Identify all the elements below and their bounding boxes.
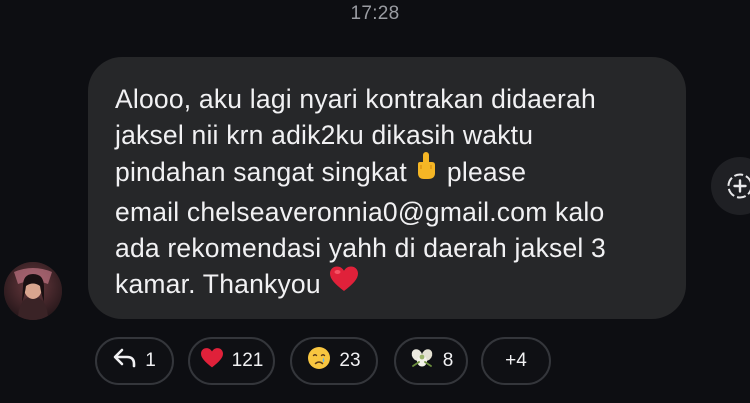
message-timestamp: 17:28: [350, 3, 400, 24]
message-line: ada rekomendasi yahh di daerah jaksel 3: [115, 232, 606, 263]
crying-face-icon: [307, 346, 331, 376]
sender-avatar[interactable]: [4, 262, 62, 320]
message-line-with-emoji: pindahan sangat singkat please: [115, 151, 666, 194]
message-line-with-emoji: kamar. Thankyou: [115, 266, 666, 305]
message-bubble[interactable]: Alooo, aku lagi nyari kontrakan didaerah…: [88, 57, 686, 319]
middle-finger-emoji-icon: [415, 151, 437, 190]
message-line-text: kamar. Thankyou: [115, 269, 321, 300]
message-line: email chelseaveronnia0@gmail.com kalo: [115, 196, 605, 227]
heart-reaction-chip[interactable]: 121: [188, 337, 275, 385]
flower-reaction-chip[interactable]: 8: [394, 337, 468, 385]
cry-count: 23: [339, 350, 361, 371]
chat-screen: 17:28 Alooo, aku lagi nyari kontrakan di…: [0, 0, 750, 403]
reply-count: 1: [145, 350, 156, 371]
message-line: jaksel nii krn adik2ku dikasih waktu: [115, 120, 534, 151]
add-reaction-button[interactable]: [711, 157, 750, 215]
heart-count: 121: [231, 350, 264, 371]
white-flower-icon: [409, 346, 435, 376]
message-line: Alooo, aku lagi nyari kontrakan didaerah: [115, 84, 596, 114]
reply-arrow-icon: [113, 348, 137, 374]
message-line-text: please: [446, 156, 527, 187]
add-reaction-icon: [727, 173, 750, 199]
flower-count: 8: [442, 350, 454, 371]
reply-reaction-chip[interactable]: 1: [95, 337, 174, 385]
red-heart-emoji-icon: [329, 265, 359, 302]
more-reactions-chip[interactable]: +4: [481, 337, 551, 385]
red-heart-icon: [200, 347, 224, 375]
message-line-text: pindahan sangat singkat: [115, 156, 407, 187]
cry-reaction-chip[interactable]: 23: [290, 337, 378, 385]
more-reactions-label: +4: [505, 350, 527, 371]
